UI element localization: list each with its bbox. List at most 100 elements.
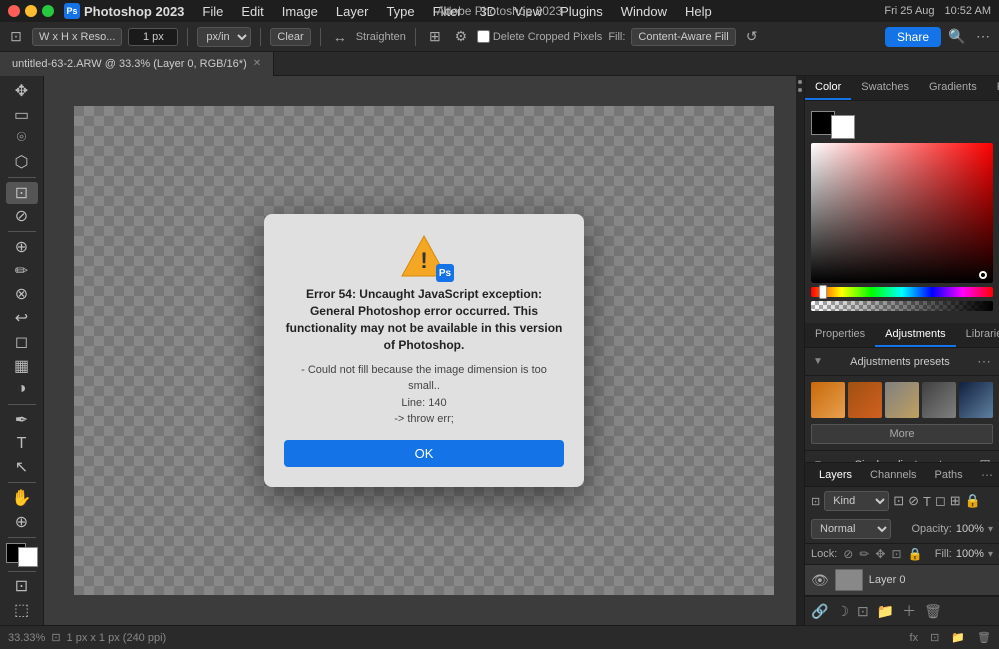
crop-ratio-select[interactable]: W x H x Reso... <box>32 28 122 46</box>
close-button[interactable] <box>8 5 20 17</box>
menu-file[interactable]: File <box>194 2 231 21</box>
blend-mode-select[interactable]: Normal <box>811 519 891 539</box>
preset-5[interactable] <box>959 382 993 418</box>
tab-libraries[interactable]: Libraries <box>956 323 999 347</box>
dodge-tool[interactable]: ◑ <box>6 378 38 400</box>
shape-icon[interactable]: ◻ <box>935 493 946 509</box>
add-adjustment-btn[interactable]: ☽ <box>836 603 849 620</box>
tab-gradients[interactable]: Gradients <box>919 76 987 100</box>
hand-tool[interactable]: ✋ <box>6 487 38 509</box>
extra-tools[interactable]: ⊡ <box>6 576 38 598</box>
gradient-tool[interactable]: ▦ <box>6 355 38 377</box>
lock-image-icon[interactable]: ✏ <box>859 547 869 561</box>
color-swatches[interactable] <box>6 543 38 566</box>
background-swatch[interactable] <box>831 115 855 139</box>
smart-object-icon[interactable]: ⊞ <box>950 493 961 509</box>
zoom-tool[interactable]: ⊕ <box>6 511 38 533</box>
clear-button[interactable]: Clear <box>270 28 310 46</box>
lock-artboard-icon[interactable]: ⊡ <box>891 547 901 561</box>
type-tool[interactable]: T <box>6 433 38 455</box>
maximize-button[interactable] <box>42 5 54 17</box>
brush-tool[interactable]: ✏ <box>6 260 38 282</box>
color-hue-slider[interactable] <box>811 287 993 297</box>
tab-properties[interactable]: Properties <box>805 323 875 347</box>
background-color[interactable] <box>18 547 38 567</box>
kind-filter-select[interactable]: Kind <box>824 491 889 511</box>
canvas-area[interactable]: ! Ps Error 54: Uncaught JavaScript excep… <box>44 76 804 625</box>
frame-tool[interactable]: ⬚ <box>6 599 38 621</box>
lock-position-icon[interactable]: ✥ <box>875 547 885 561</box>
lasso-tool[interactable]: ⌾ <box>6 127 38 149</box>
preset-2[interactable] <box>848 382 882 418</box>
color-saturation-value[interactable] <box>811 143 993 283</box>
channels-tab[interactable]: Channels <box>862 467 924 483</box>
menu-type[interactable]: Type <box>378 2 422 21</box>
adjustment-icon[interactable]: ⊘ <box>908 493 919 509</box>
crop-size-input[interactable] <box>128 28 178 46</box>
tab-color[interactable]: Color <box>805 76 851 100</box>
delete-layer-btn[interactable]: 🗑 <box>924 603 942 620</box>
settings-icon[interactable]: ⚙ <box>451 27 471 47</box>
type-icon[interactable]: T <box>923 494 931 509</box>
layer-visibility-icon[interactable]: 👁 <box>811 572 829 589</box>
unit-select[interactable]: px/in <box>197 27 251 47</box>
heal-tool[interactable]: ⊕ <box>6 236 38 258</box>
paths-tab[interactable]: Paths <box>927 467 971 483</box>
crop-tool[interactable]: ⊡ <box>6 182 38 204</box>
preset-4[interactable] <box>922 382 956 418</box>
path-select-tool[interactable]: ↖ <box>6 457 38 479</box>
layers-tab[interactable]: Layers <box>811 467 860 483</box>
magic-wand-tool[interactable]: ⬡ <box>6 151 38 173</box>
layer-row-0[interactable]: 👁 Layer 0 <box>805 565 999 596</box>
status-trash-icon[interactable]: 🗑 <box>977 631 991 644</box>
status-fx-icon[interactable]: fx <box>910 632 919 644</box>
lock-icon[interactable]: 🔒 <box>965 493 981 509</box>
preset-1[interactable] <box>811 382 845 418</box>
menu-image[interactable]: Image <box>274 2 326 21</box>
lock-all-icon[interactable]: 🔒 <box>908 547 923 561</box>
adj-menu-icon[interactable]: ⋯ <box>977 353 991 370</box>
add-mask-btn[interactable]: ⊡ <box>857 603 869 620</box>
pixel-icon[interactable]: ⊡ <box>893 493 904 509</box>
eyedropper-tool[interactable]: ⊘ <box>6 206 38 228</box>
dialog-ok-button[interactable]: OK <box>284 440 564 467</box>
preset-3[interactable] <box>885 382 919 418</box>
extra-icon[interactable]: ⋯ <box>973 27 993 47</box>
share-button[interactable]: Share <box>885 27 941 47</box>
link-layers-btn[interactable]: 🔗 <box>811 603 828 620</box>
tab-close-icon[interactable]: ✕ <box>253 58 261 69</box>
fill-chevron[interactable]: ▾ <box>988 549 993 560</box>
error-dialog[interactable]: ! Ps Error 54: Uncaught JavaScript excep… <box>264 214 584 486</box>
clone-tool[interactable]: ⊗ <box>6 284 38 306</box>
pen-tool[interactable]: ✒ <box>6 409 38 431</box>
tab-swatches[interactable]: Swatches <box>851 76 919 100</box>
delete-cropped-label[interactable]: Delete Cropped Pixels <box>477 30 602 43</box>
delete-cropped-checkbox[interactable] <box>477 30 490 43</box>
menu-window[interactable]: Window <box>613 2 675 21</box>
reset-icon[interactable]: ↺ <box>742 27 762 47</box>
menu-edit[interactable]: Edit <box>233 2 271 21</box>
fill-value[interactable]: 100% <box>956 548 984 560</box>
add-layer-btn[interactable]: ＋ <box>902 601 916 621</box>
grid-icon[interactable]: ⊞ <box>425 27 445 47</box>
tab-patterns[interactable]: Patterns <box>987 76 999 100</box>
color-alpha-slider[interactable] <box>811 301 993 311</box>
add-group-btn[interactable]: 📁 <box>877 603 894 620</box>
selection-tool[interactable]: ▭ <box>6 104 38 126</box>
menu-layer[interactable]: Layer <box>328 2 377 21</box>
fill-select[interactable]: Content-Aware Fill <box>631 28 735 46</box>
layers-panel-menu[interactable]: ⋯ <box>981 468 993 482</box>
move-tool[interactable]: ✥ <box>6 80 38 102</box>
adj-more-button[interactable]: More <box>811 424 993 444</box>
eraser-tool[interactable]: ◻ <box>6 331 38 353</box>
tab-adjustments[interactable]: Adjustments <box>875 323 956 347</box>
status-mask-icon[interactable]: ⊡ <box>930 631 939 644</box>
lock-transparency-icon[interactable]: ⊘ <box>843 547 853 561</box>
search-icon[interactable]: 🔍 <box>947 27 967 47</box>
document-tab[interactable]: untitled-63-2.ARW @ 33.3% (Layer 0, RGB/… <box>0 52 274 76</box>
menu-help[interactable]: Help <box>677 2 720 21</box>
opacity-chevron[interactable]: ▾ <box>988 524 993 535</box>
adj-collapse-arrow[interactable]: ▼ <box>813 356 823 367</box>
opacity-value[interactable]: 100% <box>956 523 984 535</box>
history-tool[interactable]: ↩ <box>6 307 38 329</box>
